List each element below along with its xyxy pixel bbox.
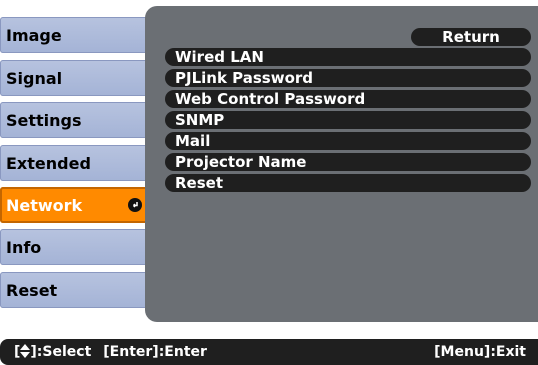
select-hint-text: ]:Select xyxy=(30,344,92,360)
sidebar-item-signal[interactable]: Signal xyxy=(0,60,157,96)
sidebar-item-extended[interactable]: Extended xyxy=(0,145,157,181)
menu-item-pjlink-password[interactable]: PJLink Password xyxy=(165,69,531,87)
sidebar-item-image[interactable]: Image xyxy=(0,17,157,53)
menu-item-wired-lan[interactable]: Wired LAN xyxy=(165,48,531,66)
sidebar-item-settings[interactable]: Settings xyxy=(0,102,157,138)
menu-item-mail[interactable]: Mail xyxy=(165,132,531,150)
enter-hint: [Enter]:Enter xyxy=(103,344,207,360)
sidebar-item-label: Info xyxy=(6,237,42,257)
menu-item-web-control-password[interactable]: Web Control Password xyxy=(165,90,531,108)
select-hint: []:Select xyxy=(14,344,92,360)
sidebar-item-label: Image xyxy=(6,25,62,45)
sidebar-item-label: Signal xyxy=(6,68,63,88)
network-menu-panel: Return Wired LAN PJLink Password Web Con… xyxy=(145,6,538,322)
sidebar-item-info[interactable]: Info xyxy=(0,229,157,265)
enter-icon xyxy=(128,198,142,212)
sidebar: Image Signal Settings Extended Network I… xyxy=(0,0,160,330)
status-left: []:Select [Enter]:Enter xyxy=(14,344,207,360)
sidebar-item-label: Reset xyxy=(6,280,58,300)
up-down-arrow-icon xyxy=(20,344,31,358)
menu-item-reset[interactable]: Reset xyxy=(165,174,531,192)
status-bar: []:Select [Enter]:Enter [Menu]:Exit xyxy=(0,339,538,365)
menu-exit-hint: [Menu]:Exit xyxy=(434,344,526,360)
menu-item-projector-name[interactable]: Projector Name xyxy=(165,153,531,171)
return-button[interactable]: Return xyxy=(411,28,531,46)
sidebar-item-label: Settings xyxy=(6,110,82,130)
sidebar-item-label: Extended xyxy=(6,153,91,173)
sidebar-item-label: Network xyxy=(6,195,83,215)
sidebar-item-network[interactable]: Network xyxy=(0,187,152,223)
menu-item-snmp[interactable]: SNMP xyxy=(165,111,531,129)
sidebar-item-reset[interactable]: Reset xyxy=(0,272,157,308)
